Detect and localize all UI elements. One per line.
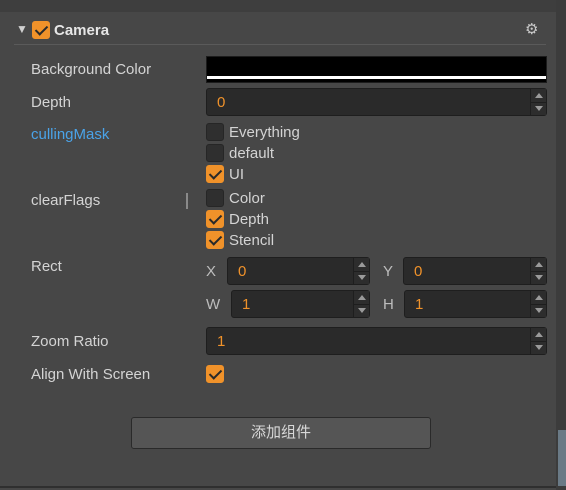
stepper-down-icon[interactable]	[535, 308, 543, 313]
scrollbar-thumb[interactable]	[558, 430, 566, 486]
panel-bottom-border	[0, 486, 556, 488]
align-with-screen-label: Align With Screen	[31, 366, 151, 383]
option-label: Everything	[229, 124, 300, 141]
option-label: UI	[229, 166, 244, 183]
clear-flags-label: clearFlags	[31, 192, 101, 209]
component-enabled-checkbox[interactable]	[32, 21, 50, 39]
stepper-up-icon[interactable]	[535, 295, 543, 300]
rect-h-stepper[interactable]	[530, 291, 546, 317]
rect-h-label: H	[383, 296, 394, 313]
option-label: Stencil	[229, 232, 275, 249]
rect-y-value: 0	[414, 263, 423, 280]
rect-h-input[interactable]: 1	[404, 290, 547, 318]
stepper-up-icon[interactable]	[535, 332, 543, 337]
collapse-arrow-icon[interactable]: ▼	[16, 22, 28, 36]
option-label: Color	[229, 190, 265, 207]
checkbox[interactable]	[206, 123, 224, 141]
stepper-down-icon[interactable]	[535, 275, 543, 280]
header-separator	[14, 44, 546, 45]
rect-x-value: 0	[238, 263, 247, 280]
stepper-down-icon[interactable]	[535, 106, 543, 111]
option-label: Depth	[229, 211, 270, 228]
zoom-ratio-input[interactable]: 1	[206, 327, 547, 355]
rect-y-input[interactable]: 0	[403, 257, 547, 285]
depth-input[interactable]: 0	[206, 88, 547, 116]
checkbox[interactable]	[206, 189, 224, 207]
depth-value: 0	[217, 94, 226, 111]
component-header[interactable]: ▼ Camera ⚙	[0, 16, 552, 44]
rect-x-input[interactable]: 0	[227, 257, 370, 285]
background-color-field[interactable]	[206, 56, 547, 83]
option-label: default	[229, 145, 275, 162]
background-color-label: Background Color	[31, 61, 152, 78]
stepper-down-icon[interactable]	[358, 275, 366, 280]
rect-w-input[interactable]: 1	[231, 290, 370, 318]
align-with-screen-checkbox[interactable]	[206, 365, 224, 383]
stepper-down-icon[interactable]	[358, 308, 366, 313]
component-title: Camera	[54, 22, 110, 39]
zoom-ratio-stepper[interactable]	[530, 328, 546, 354]
stepper-up-icon[interactable]	[535, 262, 543, 267]
rect-w-value: 1	[242, 296, 251, 313]
rect-h-value: 1	[415, 296, 424, 313]
checkbox[interactable]	[206, 165, 224, 183]
rect-y-stepper[interactable]	[530, 258, 546, 284]
stepper-up-icon[interactable]	[358, 262, 366, 267]
rect-x-stepper[interactable]	[353, 258, 369, 284]
depth-stepper[interactable]	[530, 89, 546, 115]
depth-label: Depth	[31, 94, 72, 111]
rect-label: Rect	[31, 258, 62, 275]
culling-mask-label: cullingMask	[31, 126, 110, 143]
zoom-ratio-value: 1	[217, 333, 226, 350]
alpha-strip	[207, 76, 546, 79]
resize-handle[interactable]	[186, 193, 188, 209]
gear-icon[interactable]: ⚙	[525, 20, 538, 38]
rect-y-label: Y	[383, 263, 394, 280]
scrollbar[interactable]	[556, 0, 566, 490]
checkbox[interactable]	[206, 210, 224, 228]
checkbox[interactable]	[206, 144, 224, 162]
zoom-ratio-label: Zoom Ratio	[31, 333, 109, 350]
rect-x-label: X	[206, 263, 217, 280]
checkbox[interactable]	[206, 231, 224, 249]
stepper-down-icon[interactable]	[535, 345, 543, 350]
rect-w-stepper[interactable]	[353, 291, 369, 317]
rect-w-label: W	[206, 296, 221, 313]
stepper-up-icon[interactable]	[358, 295, 366, 300]
add-component-button[interactable]: 添加组件	[131, 417, 431, 449]
stepper-up-icon[interactable]	[535, 93, 543, 98]
